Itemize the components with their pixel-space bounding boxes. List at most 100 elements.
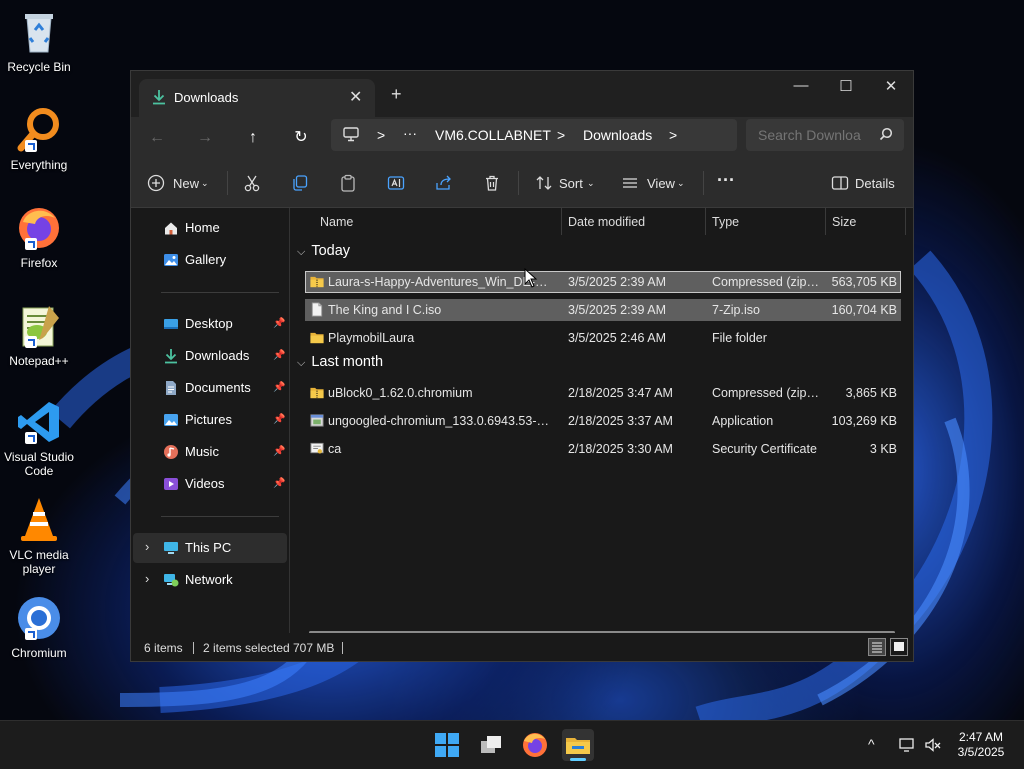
sidebar-item-label: Home xyxy=(185,220,220,235)
address-bar[interactable]: > ··· VM6.COLLABNET > Downloads > xyxy=(331,119,737,151)
breadcrumb-vm6-collabnet[interactable]: VM6.COLLABNET xyxy=(435,127,551,143)
view-button[interactable]: View ⌄ xyxy=(621,172,689,194)
taskbar-firefox[interactable] xyxy=(519,729,551,761)
sidebar-item-network[interactable]: › Network xyxy=(133,565,287,595)
search-box[interactable] xyxy=(746,119,904,151)
certificate-icon xyxy=(310,442,324,454)
chevron-down-icon: ⌵ xyxy=(297,357,306,369)
back-button[interactable]: ← xyxy=(143,125,171,151)
minimize-button[interactable]: — xyxy=(781,77,821,94)
tab-downloads[interactable]: Downloads ✕ xyxy=(139,79,375,117)
refresh-button[interactable]: ↻ xyxy=(287,125,315,151)
column-divider[interactable] xyxy=(825,208,826,235)
breadcrumb-separator[interactable]: > xyxy=(557,127,565,143)
vscode-icon xyxy=(15,398,63,446)
group-header-last-month[interactable]: ⌵ Last month xyxy=(297,354,383,370)
desktop-icon-notepadpp[interactable]: Notepad++ xyxy=(2,302,76,368)
rename-button[interactable] xyxy=(387,172,407,194)
file-date-modified: 2/18/2025 3:37 AM xyxy=(568,414,673,428)
sidebar-item-documents[interactable]: Documents 📌 xyxy=(133,373,287,403)
forward-button[interactable]: → xyxy=(191,125,219,151)
file-type: Compressed (zipp... xyxy=(712,386,822,400)
chevron-right-icon[interactable]: › xyxy=(145,539,149,554)
chevron-right-icon[interactable]: › xyxy=(145,571,149,586)
file-size: 3,865 KB xyxy=(845,386,897,400)
rename-icon xyxy=(387,176,405,190)
tray-overflow-chevron[interactable]: ^ xyxy=(868,736,875,752)
column-divider[interactable] xyxy=(905,208,906,235)
share-icon xyxy=(436,175,451,190)
column-header-type[interactable]: Type xyxy=(712,215,739,229)
tab-title: Downloads xyxy=(174,90,239,105)
desktop-icon-chromium[interactable]: Chromium xyxy=(2,594,76,660)
sidebar-item-this-pc[interactable]: › This PC xyxy=(133,533,287,563)
desktop-icon-everything[interactable]: Everything xyxy=(2,106,76,172)
column-header-name[interactable]: Name xyxy=(320,215,353,229)
clock[interactable]: 2:47 AM 3/5/2025 xyxy=(948,730,1014,760)
search-icon xyxy=(879,127,893,141)
group-header-today[interactable]: ⌵ Today xyxy=(297,243,350,259)
volume-muted-icon[interactable] xyxy=(924,737,942,753)
chevron-down-icon: ⌵ xyxy=(297,246,306,258)
search-input[interactable] xyxy=(756,126,872,144)
desktop-icon-recycle-bin[interactable]: Recycle Bin xyxy=(2,8,76,74)
details-pane-icon xyxy=(831,176,849,190)
sidebar-item-music[interactable]: Music 📌 xyxy=(133,437,287,467)
file-row[interactable]: PlaymobilLaura 3/5/2025 2:46 AM File folde… xyxy=(305,327,901,349)
file-row[interactable]: ungoogled-chromium_133.0.6943.53-1.1... 2… xyxy=(305,410,901,432)
new-tab-button[interactable]: + xyxy=(391,84,402,105)
network-status-icon[interactable] xyxy=(898,737,916,753)
desktop-icon-firefox[interactable]: Firefox xyxy=(2,204,76,270)
sidebar-item-pictures[interactable]: Pictures 📌 xyxy=(133,405,287,435)
toolbar-divider xyxy=(227,171,228,195)
file-row[interactable]: Laura-s-Happy-Adventures_Win_DE-IN-... 3/… xyxy=(305,271,901,293)
file-date-modified: 3/5/2025 2:39 AM xyxy=(568,275,666,289)
details-pane-button[interactable]: Details xyxy=(831,172,901,194)
delete-button[interactable] xyxy=(483,172,503,194)
desktop-icon-vscode[interactable]: Visual Studio Code xyxy=(2,398,76,478)
breadcrumb-more-button[interactable]: ··· xyxy=(403,125,417,141)
sort-button[interactable]: Sort ⌄ xyxy=(535,172,599,194)
sidebar-item-downloads[interactable]: Downloads 📌 xyxy=(133,341,287,371)
desktop-icon-vlc[interactable]: VLC media player xyxy=(2,496,76,576)
column-divider[interactable] xyxy=(561,208,562,235)
toolbar-divider xyxy=(703,171,704,195)
file-row[interactable]: ca 2/18/2025 3:30 AM Security Certificate 3… xyxy=(305,438,901,460)
copy-button[interactable] xyxy=(291,172,311,194)
file-type: Application xyxy=(712,414,774,428)
sidebar-item-home[interactable]: Home xyxy=(133,213,287,243)
share-button[interactable] xyxy=(435,172,455,194)
up-button[interactable]: ↑ xyxy=(239,125,267,151)
maximize-button[interactable]: ☐ xyxy=(826,77,866,95)
new-button[interactable]: New ⌄ xyxy=(147,172,213,194)
more-options-button[interactable]: ··· xyxy=(717,170,741,194)
status-bar: 6 items 2 items selected 707 MB xyxy=(131,633,913,661)
breadcrumb-separator[interactable]: > xyxy=(669,127,677,143)
column-header-size[interactable]: Size xyxy=(832,215,856,229)
column-header-date[interactable]: Date modified xyxy=(568,215,645,229)
start-button[interactable] xyxy=(431,729,463,761)
task-view-button[interactable] xyxy=(475,729,507,761)
chevron-down-icon: ⌄ xyxy=(201,178,209,188)
music-folder-icon xyxy=(164,445,178,459)
sidebar-item-desktop[interactable]: Desktop 📌 xyxy=(133,309,287,339)
close-window-button[interactable]: ✕ xyxy=(871,77,911,95)
tiles-view-toggle[interactable] xyxy=(890,638,908,656)
file-row[interactable]: uBlock0_1.62.0.chromium 2/18/2025 3:47 AM… xyxy=(305,382,901,404)
file-name: Laura-s-Happy-Adventures_Win_DE-IN-... xyxy=(328,275,551,289)
file-row[interactable]: The King and I C.iso 3/5/2025 2:39 AM 7-Zi… xyxy=(305,299,901,321)
breadcrumb-downloads[interactable]: Downloads xyxy=(583,127,652,143)
file-type: Compressed (zipp... xyxy=(712,275,822,289)
cut-button[interactable] xyxy=(243,172,263,194)
column-divider[interactable] xyxy=(705,208,706,235)
windows-start-icon xyxy=(435,733,459,757)
desktop-folder-icon xyxy=(164,319,178,329)
details-view-toggle[interactable] xyxy=(868,638,886,656)
sidebar-item-videos[interactable]: Videos 📌 xyxy=(133,469,287,499)
paste-button[interactable] xyxy=(339,172,359,194)
sidebar-item-gallery[interactable]: Gallery xyxy=(133,245,287,275)
taskbar-file-explorer[interactable] xyxy=(562,729,594,761)
file-name: ungoogled-chromium_133.0.6943.53-1.1... xyxy=(328,414,551,428)
tab-close-button[interactable]: ✕ xyxy=(349,87,362,107)
breadcrumb-separator[interactable]: > xyxy=(377,127,385,143)
